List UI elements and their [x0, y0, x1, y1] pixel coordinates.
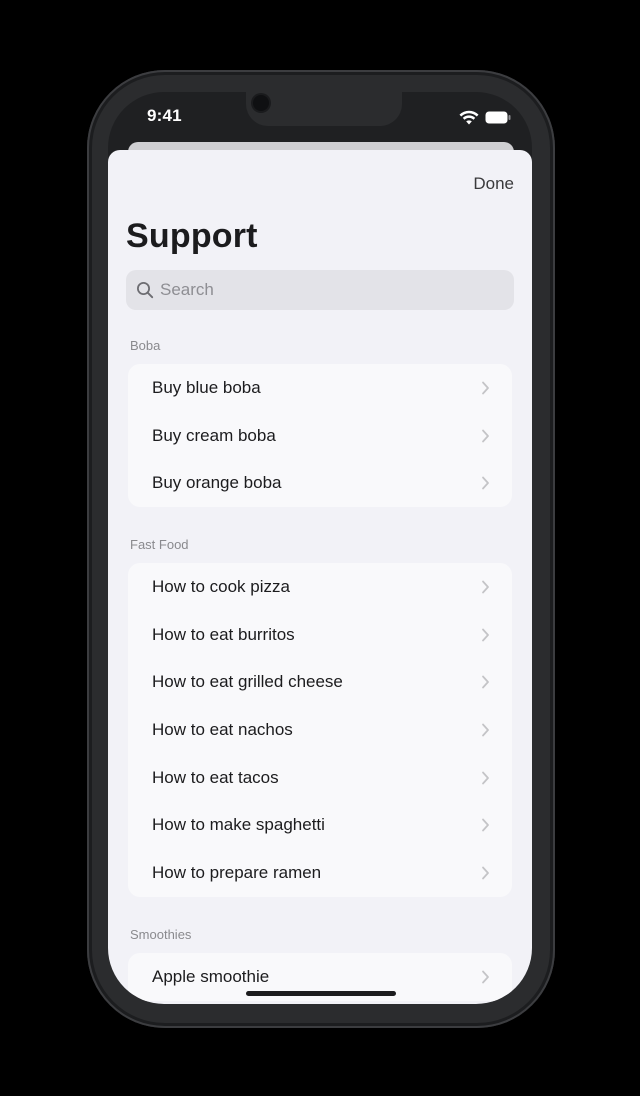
- wifi-icon: [459, 110, 479, 125]
- list-item[interactable]: Buy blue boba: [128, 364, 512, 412]
- section-header-fast-food: Fast Food: [130, 537, 189, 552]
- list-item-label: Buy orange boba: [152, 473, 282, 493]
- chevron-right-icon: [482, 866, 489, 880]
- search-input[interactable]: [160, 280, 500, 300]
- device-stage: 9:41 Done Support Boba Buy blue boba: [0, 0, 640, 1096]
- section-group-boba: Buy blue boba Buy cream boba Buy orange …: [128, 364, 512, 508]
- list-item[interactable]: How to eat burritos: [128, 611, 512, 659]
- list-item[interactable]: How to eat grilled cheese: [128, 658, 512, 706]
- chevron-right-icon: [482, 675, 489, 689]
- list-item-label: How to eat burritos: [152, 624, 295, 644]
- camera-icon: [253, 95, 269, 111]
- list-item[interactable]: How to make spaghetti: [128, 801, 512, 849]
- list-item-label: How to eat grilled cheese: [152, 672, 343, 692]
- list-item-label: How to make spaghetti: [152, 815, 325, 835]
- list-item-label: How to eat tacos: [152, 767, 279, 787]
- search-field[interactable]: [126, 270, 514, 310]
- support-sheet: Done Support Boba Buy blue boba Buy crea…: [108, 150, 532, 1004]
- chevron-right-icon: [482, 628, 489, 641]
- list-item[interactable]: Buy orange boba: [128, 459, 512, 507]
- chevron-right-icon: [482, 580, 489, 594]
- list-item-label: Buy blue boba: [152, 377, 261, 397]
- list-item-label: Apple smoothie: [152, 966, 270, 986]
- notch: [246, 92, 402, 126]
- section-header-smoothies: Smoothies: [130, 927, 192, 942]
- home-indicator[interactable]: [246, 991, 396, 996]
- chevron-right-icon: [482, 381, 489, 395]
- list-item-label: How to eat nachos: [152, 719, 293, 739]
- section-header-boba: Boba: [130, 338, 161, 353]
- chevron-right-icon: [482, 476, 489, 490]
- chevron-right-icon: [482, 818, 489, 832]
- chevron-right-icon: [482, 970, 489, 984]
- list-item[interactable]: How to prepare ramen: [128, 849, 512, 897]
- list-item[interactable]: How to eat tacos: [128, 754, 512, 802]
- section-group-fast-food: How to cook pizza How to eat burritos Ho…: [128, 563, 512, 897]
- search-icon: [137, 282, 154, 299]
- done-button[interactable]: Done: [473, 174, 514, 194]
- list-item[interactable]: Buy cream boba: [128, 412, 512, 460]
- chevron-right-icon: [482, 723, 489, 737]
- list-item[interactable]: How to eat nachos: [128, 706, 512, 754]
- list-item-label: Buy cream boba: [152, 425, 276, 445]
- chevron-right-icon: [482, 771, 489, 784]
- chevron-right-icon: [482, 429, 489, 442]
- status-time: 9:41: [147, 106, 182, 125]
- battery-icon: [485, 111, 511, 124]
- list-item-label: How to cook pizza: [152, 576, 290, 596]
- list-item-label: How to prepare ramen: [152, 862, 322, 882]
- page-title: Support: [126, 217, 258, 255]
- list-item[interactable]: How to cook pizza: [128, 563, 512, 611]
